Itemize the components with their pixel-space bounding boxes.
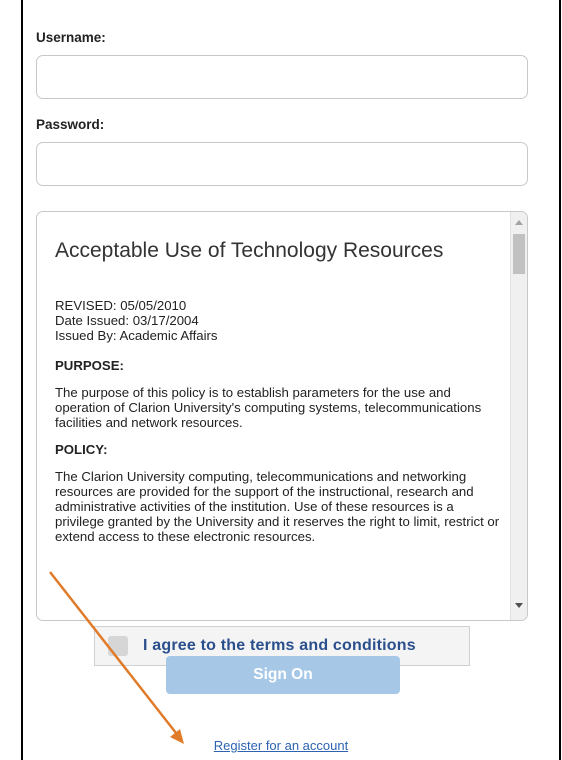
scroll-up-arrow-icon[interactable] — [515, 220, 523, 225]
scroll-thumb[interactable] — [513, 234, 525, 274]
sign-on-button[interactable]: Sign On — [166, 656, 400, 694]
revised-date: REVISED: 05/05/2010 — [55, 298, 187, 313]
terms-scroll-box[interactable]: Acceptable Use of Technology Resources R… — [36, 211, 528, 621]
purpose-heading: PURPOSE: — [55, 358, 124, 373]
agree-label: I agree to the terms and conditions — [143, 637, 416, 654]
terms-meta: REVISED: 05/05/2010 Date Issued: 03/17/2… — [55, 298, 505, 343]
issued-date: Date Issued: 03/17/2004 — [55, 313, 199, 328]
password-input[interactable] — [36, 142, 528, 186]
password-label: Password: — [36, 117, 105, 132]
username-input[interactable] — [36, 55, 528, 99]
policy-heading: POLICY: — [55, 442, 108, 457]
register-link[interactable]: Register for an account — [0, 738, 562, 753]
terms-content: Acceptable Use of Technology Resources R… — [55, 238, 505, 618]
terms-scrollbar[interactable] — [510, 212, 527, 620]
agree-checkbox[interactable] — [108, 636, 128, 656]
issued-by: Issued By: Academic Affairs — [55, 328, 218, 343]
terms-title: Acceptable Use of Technology Resources — [55, 239, 444, 262]
policy-text: The Clarion University computing, teleco… — [55, 469, 500, 544]
scroll-down-arrow-icon[interactable] — [515, 603, 523, 608]
purpose-text: The purpose of this policy is to establi… — [55, 385, 482, 430]
username-label: Username: — [36, 30, 106, 45]
